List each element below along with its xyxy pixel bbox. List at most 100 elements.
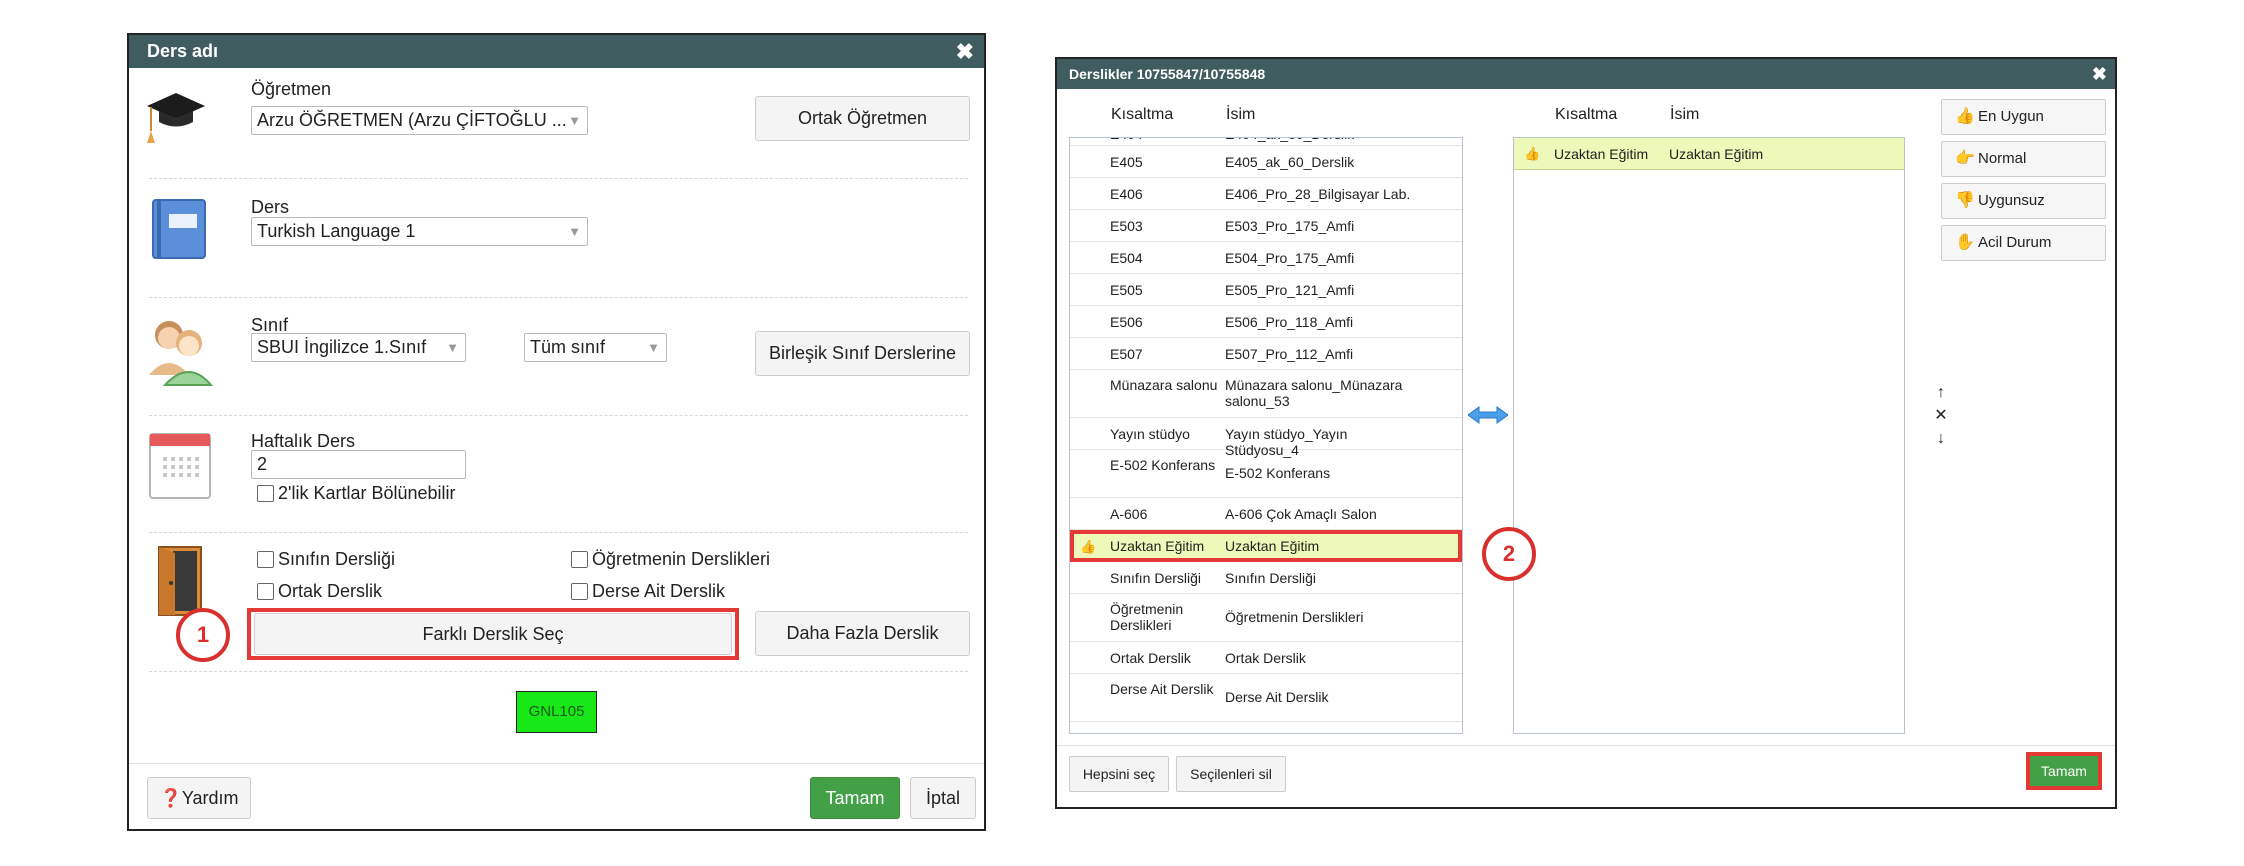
room-short-cell: E506	[1110, 314, 1143, 330]
list-item[interactable]: A-606 A-606 Çok Amaçlı Salon	[1070, 498, 1462, 530]
best-fit-button[interactable]: 👍 En Uygun	[1941, 99, 2106, 135]
room-code-badge[interactable]: GNL105	[516, 691, 597, 733]
list-item[interactable]: E507 E507_Pro_112_Amfi	[1070, 338, 1462, 370]
room-short-cell: Öğretmenin Derslikleri	[1110, 601, 1184, 633]
list-item[interactable]: Münazara salonu Münazara salonu_Münazara …	[1070, 370, 1462, 418]
ok-button[interactable]: Tamam	[2030, 756, 2098, 786]
course-room-checkbox[interactable]: Derse Ait Derslik	[571, 581, 725, 602]
ok-button[interactable]: Tamam	[810, 777, 900, 819]
checkbox-box[interactable]	[257, 551, 274, 568]
shared-room-label: Ortak Derslik	[278, 581, 383, 601]
checkbox-box[interactable]	[571, 583, 588, 600]
list-item[interactable]: E504 E504_Pro_175_Amfi	[1070, 242, 1462, 274]
room-short-cell: E503	[1110, 218, 1143, 234]
list-item[interactable]: E503 E503_Pro_175_Amfi	[1070, 210, 1462, 242]
room-short-cell: Uzaktan Eğitim	[1554, 146, 1649, 162]
weekly-input[interactable]: 2	[251, 450, 466, 479]
list-item[interactable]: Ortak Derslik Ortak Derslik	[1070, 642, 1462, 674]
book-icon	[151, 198, 207, 260]
list-item[interactable]: E404 E404_ak_60_Derslik	[1070, 138, 1462, 146]
list-item[interactable]: Yayın stüdyo Yayın stüdyo_Yayın Stüdyosu_…	[1070, 418, 1462, 458]
room-name-cell: E506_Pro_118_Amfi	[1225, 314, 1354, 330]
select-all-button[interactable]: Hepsini seç	[1069, 756, 1169, 792]
column-header-short: Kısaltma	[1555, 106, 1618, 123]
thumbs-up-icon: 👍	[1080, 539, 1097, 554]
selected-rooms-list[interactable]: 👍 Uzaktan Eğitim Uzaktan Eğitim	[1513, 137, 1905, 734]
emergency-label: Acil Durum	[1978, 234, 2052, 251]
room-short-cell: Yayın stüdyo	[1110, 426, 1190, 442]
weekly-label: Haftalık Ders	[251, 431, 356, 451]
emergency-button[interactable]: ✋ Acil Durum	[1941, 225, 2106, 261]
select-room-button[interactable]: Farklı Derslik Seç	[254, 613, 732, 655]
available-rooms-list[interactable]: E404 E404_ak_60_Derslik E405 E405_ak_60_Der…	[1069, 137, 1463, 734]
teacher-rooms-checkbox[interactable]: Öğretmenin Derslikleri	[571, 549, 770, 570]
course-select[interactable]: Turkish Language 1 ▼	[251, 217, 588, 246]
class-value: SBUI İngilizce 1.Sınıf	[257, 337, 427, 357]
course-label: Ders	[251, 197, 290, 217]
list-item[interactable]: Öğretmenin Derslikleri Öğretmenin Derslik…	[1070, 594, 1462, 642]
column-header-name: İsim	[1670, 106, 1700, 123]
teacher-select[interactable]: Arzu ÖĞRETMEN (Arzu ÇİFTOĞLU ... ▼	[251, 106, 588, 135]
split-cards-checkbox[interactable]: 2'lik Kartlar Bölünebilir	[257, 483, 456, 504]
class-group-value: Tüm sınıf	[530, 337, 606, 357]
room-name-cell: E505_Pro_121_Amfi	[1225, 282, 1355, 298]
pointing-hand-icon: 👉	[1955, 150, 1975, 167]
teacher-value: Arzu ÖĞRETMEN (Arzu ÇİFTOĞLU ...	[257, 110, 567, 130]
list-item[interactable]: E-502 Konferans E-502 Konferans	[1070, 450, 1462, 498]
class-select[interactable]: SBUI İngilizce 1.Sınıf ▼	[251, 333, 466, 362]
divider	[149, 532, 968, 533]
class-room-label: Sınıfın Dersliği	[278, 549, 396, 569]
transfer-arrows-icon[interactable]	[1467, 405, 1516, 425]
list-item[interactable]: Sınıfın Dersliği Sınıfın Dersliği	[1070, 562, 1462, 594]
move-up-icon[interactable]: ↑	[1933, 381, 1949, 404]
raised-hand-icon: ✋	[1955, 234, 1975, 251]
normal-label: Normal	[1978, 150, 2027, 167]
list-item[interactable]: 👍 Uzaktan Eğitim Uzaktan Eğitim	[1070, 530, 1462, 562]
chevron-down-icon: ▼	[568, 113, 581, 128]
column-header-name: İsim	[1226, 106, 1256, 123]
list-item[interactable]: E506 E506_Pro_118_Amfi	[1070, 306, 1462, 338]
room-short-cell: A-606	[1110, 506, 1148, 522]
joined-class-button[interactable]: Birleşik Sınıf Derslerine	[755, 331, 970, 376]
list-item[interactable]: E505 E505_Pro_121_Amfi	[1070, 274, 1462, 306]
step-badge-2: 2	[1482, 527, 1536, 581]
thumbs-up-icon: 👍	[1524, 146, 1541, 161]
checkbox-box[interactable]	[257, 583, 274, 600]
close-icon[interactable]: ✖	[2092, 59, 2107, 89]
chevron-down-icon: ▼	[446, 340, 459, 355]
normal-button[interactable]: 👉 Normal	[1941, 141, 2106, 177]
shared-teacher-button[interactable]: Ortak Öğretmen	[755, 96, 970, 141]
class-room-checkbox[interactable]: Sınıfın Dersliği	[257, 549, 395, 570]
close-icon[interactable]: ✖	[956, 35, 974, 68]
best-fit-label: En Uygun	[1978, 108, 2044, 125]
room-short-cell: E405	[1110, 154, 1143, 170]
room-name-cell: E504_Pro_175_Amfi	[1225, 250, 1355, 266]
list-item[interactable]: Derse Ait Derslik Derse Ait Derslik	[1070, 674, 1462, 722]
divider	[149, 671, 968, 672]
checkbox-box[interactable]	[257, 485, 274, 502]
list-item[interactable]: 👍 Uzaktan Eğitim Uzaktan Eğitim	[1514, 138, 1904, 170]
shared-room-checkbox[interactable]: Ortak Derslik	[257, 581, 382, 602]
list-item[interactable]: E406 E406_Pro_28_Bilgisayar Lab.	[1070, 178, 1462, 210]
room-short-cell: E507	[1110, 346, 1143, 362]
delete-selected-button[interactable]: Seçilenleri sil	[1176, 756, 1286, 792]
room-name-cell: Sınıfın Dersliği	[1225, 570, 1317, 586]
cancel-button[interactable]: İptal	[910, 777, 976, 819]
split-cards-label: 2'lik Kartlar Bölünebilir	[278, 483, 456, 503]
room-name-cell: Uzaktan Eğitim	[1225, 538, 1320, 554]
move-down-icon[interactable]: ↓	[1933, 427, 1949, 450]
help-button[interactable]: ❓Yardım	[147, 777, 251, 819]
order-controls: ↑ ✕ ↓	[1933, 381, 1949, 450]
class-group-select[interactable]: Tüm sınıf ▼	[524, 333, 667, 362]
room-name-cell: Derse Ait Derslik	[1225, 689, 1329, 705]
list-item[interactable]: E405 E405_ak_60_Derslik	[1070, 146, 1462, 178]
teacher-rooms-label: Öğretmenin Derslikleri	[592, 549, 771, 569]
unsuitable-button[interactable]: 👎 Uygunsuz	[1941, 183, 2106, 219]
remove-icon[interactable]: ✕	[1933, 404, 1949, 427]
graduation-cap-icon	[145, 87, 207, 149]
room-name-cell: E-502 Konferans	[1225, 465, 1331, 481]
more-rooms-button[interactable]: Daha Fazla Derslik	[755, 611, 970, 656]
dialog-title-bar: Ders adı ✖	[129, 35, 984, 68]
divider	[149, 178, 968, 179]
checkbox-box[interactable]	[571, 551, 588, 568]
